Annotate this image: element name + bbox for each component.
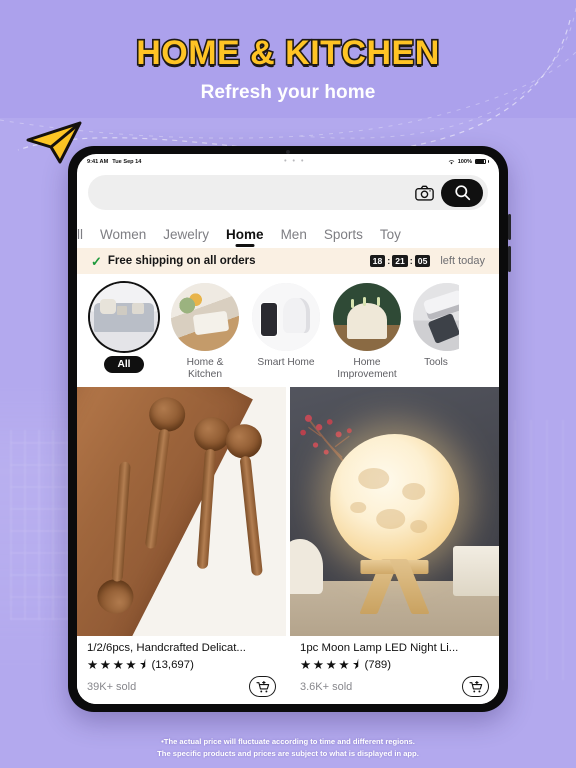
rating-stars: ★★★★ [87, 657, 139, 672]
front-camera-icon [286, 149, 290, 154]
free-shipping-banner: ✓ Free shipping on all orders 18 : 21 : … [77, 248, 499, 274]
table-setting-thumb [171, 283, 239, 351]
tablecloth-thumb [333, 283, 401, 351]
status-time: 9:41 AM [87, 158, 109, 165]
volume-down-button[interactable] [507, 246, 511, 272]
check-icon: ✓ [91, 253, 102, 269]
status-center-dots: • • • [284, 158, 306, 165]
disclaimer-footer: •The actual price will fluctuate accordi… [0, 736, 576, 760]
tablet-device-frame: 9:41 AM Tue Sep 14 • • • 100% ll Women J… [68, 146, 511, 712]
sofa-thumb [90, 283, 158, 351]
tab-men[interactable]: Men [281, 227, 307, 247]
cart-plus-icon [255, 680, 269, 692]
product-rating: ★★★★ ⯨ (13,697) [87, 657, 276, 672]
search-icon [454, 185, 470, 201]
rating-count: (789) [364, 658, 392, 671]
security-camera-thumb [252, 283, 320, 351]
battery-cap-icon [488, 160, 489, 163]
product-title[interactable]: 1/2/6pcs, Handcrafted Delicat... [87, 642, 276, 656]
page-title: HOME & KITCHEN [135, 34, 441, 73]
search-button[interactable] [441, 178, 483, 207]
countdown-suffix: left today [440, 255, 485, 267]
rating-half-star: ⯨ [352, 657, 361, 672]
category-item-tools[interactable]: Tools [413, 283, 459, 382]
category-item-home-improvement[interactable]: Home Improvement [332, 283, 402, 382]
battery-percent: 100% [457, 158, 472, 165]
moon-lamp-image[interactable] [290, 386, 499, 636]
search-input[interactable] [104, 186, 407, 199]
rating-half-star: ⯨ [139, 657, 148, 672]
category-tab-bar[interactable]: ll Women Jewelry Home Men Sports Toy [77, 218, 499, 248]
volume-up-button[interactable] [507, 214, 511, 240]
camera-icon [414, 185, 434, 201]
category-item-smart-home[interactable]: Smart Home [251, 283, 321, 382]
product-grid: 1/2/6pcs, Handcrafted Delicat... ★★★★ ⯨ … [77, 386, 499, 704]
category-label-home-improvement: Home Improvement [337, 357, 397, 381]
product-card[interactable]: 1/2/6pcs, Handcrafted Delicat... ★★★★ ⯨ … [77, 386, 286, 704]
tab-home[interactable]: Home [226, 227, 264, 247]
camera-search-button[interactable] [413, 183, 435, 203]
rating-stars: ★★★★ [300, 657, 352, 672]
page-subtitle: Refresh your home [200, 81, 376, 103]
add-to-cart-button[interactable] [249, 676, 276, 697]
category-label-home-kitchen: Home & Kitchen [186, 357, 224, 381]
add-to-cart-button[interactable] [462, 676, 489, 697]
countdown-hours: 18 [369, 254, 386, 268]
battery-icon [474, 158, 486, 165]
product-rating: ★★★★ ⯨ (789) [300, 657, 489, 672]
power-tool-thumb [413, 283, 459, 351]
countdown-sep-2: : [409, 256, 413, 266]
tab-all[interactable]: ll [77, 227, 83, 247]
category-label-tools: Tools [424, 357, 448, 368]
category-label-all: All [104, 356, 144, 373]
wooden-spoons-image[interactable] [77, 386, 286, 636]
free-shipping-text: Free shipping on all orders [107, 255, 256, 267]
countdown-sep-1: : [387, 256, 391, 266]
product-sold-count: 39K+ sold [87, 680, 137, 693]
countdown-minutes: 21 [392, 254, 408, 268]
tablet-screen: 9:41 AM Tue Sep 14 • • • 100% ll Women J… [77, 154, 499, 704]
category-label-smart-home: Smart Home [257, 357, 315, 368]
product-title[interactable]: 1pc Moon Lamp LED Night Li... [300, 642, 489, 656]
tab-jewelry[interactable]: Jewelry [163, 227, 209, 247]
wifi-icon [448, 159, 455, 164]
promo-header: HOME & KITCHEN Refresh your home [0, 34, 576, 104]
search-row [77, 169, 499, 218]
category-item-all[interactable]: All [89, 283, 159, 382]
tab-women[interactable]: Women [100, 227, 146, 247]
tab-toy[interactable]: Toy [380, 227, 401, 247]
status-date: Tue Sep 14 [112, 158, 142, 165]
cart-plus-icon [468, 680, 482, 692]
rating-count: (13,697) [151, 658, 194, 671]
search-bar[interactable] [88, 175, 488, 210]
category-circle-row[interactable]: All Home & Kitchen Smart Home Home Impro… [77, 274, 499, 387]
product-card[interactable]: 1pc Moon Lamp LED Night Li... ★★★★ ⯨ (78… [290, 386, 499, 704]
disclaimer-line-1: •The actual price will fluctuate accordi… [161, 737, 415, 747]
disclaimer-line-2: The specific products and prices are sub… [157, 749, 419, 759]
category-item-home-kitchen[interactable]: Home & Kitchen [170, 283, 240, 382]
status-bar: 9:41 AM Tue Sep 14 • • • 100% [77, 154, 499, 169]
countdown-seconds: 05 [414, 254, 431, 268]
countdown-timer: 18 : 21 : 05 [369, 254, 431, 268]
tab-sports[interactable]: Sports [324, 227, 363, 247]
product-sold-count: 3.6K+ sold [300, 680, 353, 693]
